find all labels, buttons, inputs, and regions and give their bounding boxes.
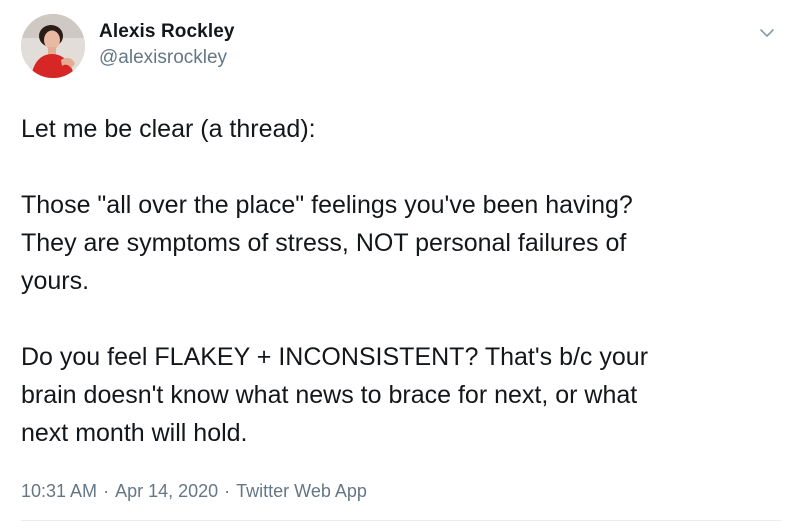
- tweet-paragraph: Let me be clear (a thread):: [21, 115, 316, 143]
- tweet-menu-button[interactable]: [756, 22, 778, 44]
- tweet-paragraph: Do you feel FLAKEY + INCONSISTENT? That'…: [21, 343, 649, 447]
- tweet-card: Alexis Rockley @alexisrockley Let me be …: [0, 0, 800, 528]
- avatar[interactable]: [21, 14, 85, 78]
- profile-photo-icon: [21, 14, 85, 78]
- author-handle[interactable]: @alexisrockley: [99, 47, 227, 69]
- divider: [21, 520, 781, 521]
- author-display-name[interactable]: Alexis Rockley: [99, 21, 235, 43]
- tweet-source-link[interactable]: Twitter Web App: [236, 481, 367, 501]
- separator: ·: [103, 481, 110, 501]
- tweet-time: 10:31 AM: [21, 481, 98, 501]
- separator: ·: [224, 481, 231, 501]
- chevron-down-icon: [760, 29, 774, 37]
- tweet-date: Apr 14, 2020: [115, 481, 219, 501]
- tweet-timestamp-link[interactable]: 10:31 AM · Apr 14, 2020: [21, 481, 218, 501]
- tweet-text: Let me be clear (a thread): Those "all o…: [21, 110, 781, 452]
- tweet-metadata: 10:31 AM · Apr 14, 2020 · Twitter Web App: [21, 481, 367, 502]
- tweet-paragraph: Those "all over the place" feelings you'…: [21, 191, 633, 295]
